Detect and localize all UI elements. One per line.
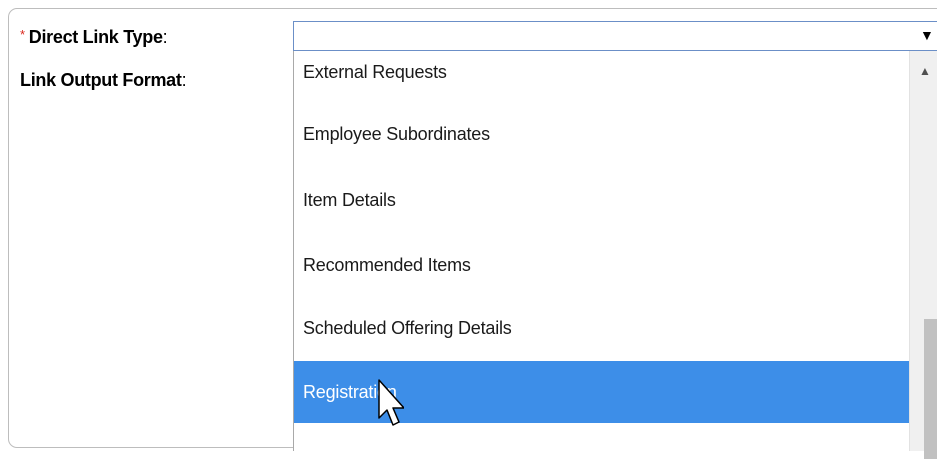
scrollbar-thumb[interactable] (924, 319, 937, 459)
option-recommended-items[interactable]: Recommended Items (294, 234, 909, 296)
option-scheduled-offering-details[interactable]: Scheduled Offering Details (294, 297, 909, 359)
option-external-requests[interactable]: External Requests (294, 51, 909, 103)
direct-link-type-select[interactable] (293, 21, 937, 51)
direct-link-type-label: * Direct Link Type: (20, 27, 168, 48)
link-output-format-label-text: Link Output Format (20, 70, 182, 90)
link-output-format-colon: : (181, 70, 187, 90)
direct-link-type-label-text: Direct Link Type (28, 27, 163, 47)
option-item-details[interactable]: Item Details (294, 169, 909, 231)
required-marker: * (20, 27, 25, 42)
option-employee-subordinates[interactable]: Employee Subordinates (294, 103, 909, 165)
direct-link-type-colon: : (162, 27, 168, 47)
triangle-down-icon[interactable]: ▼ (920, 25, 934, 45)
options-scrollbar[interactable]: ▲ (909, 51, 937, 459)
mouse-pointer-icon (378, 379, 404, 426)
link-output-format-label: Link Output Format: (20, 70, 187, 91)
scroll-up-arrow-icon[interactable]: ▲ (910, 61, 937, 81)
